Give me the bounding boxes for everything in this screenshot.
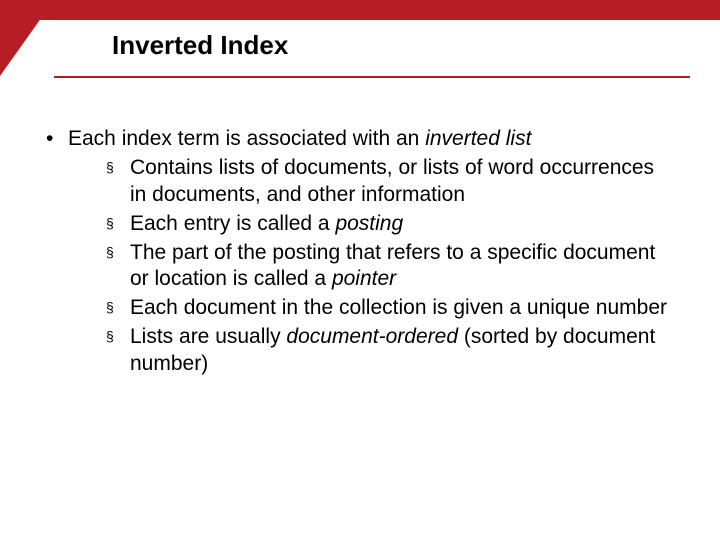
sub-pre: Each entry is called a xyxy=(130,212,335,235)
square-bullet-icon: § xyxy=(106,240,130,266)
bullet-dot-icon: • xyxy=(46,126,68,153)
sub-italic: posting xyxy=(335,212,403,235)
square-bullet-icon: § xyxy=(106,324,130,350)
sub-bullet-text: Each entry is called a posting xyxy=(130,211,674,238)
sub-bullet-text: Contains lists of documents, or lists of… xyxy=(130,155,674,209)
square-bullet-icon: § xyxy=(106,295,130,321)
sub-bullet-text: The part of the posting that refers to a… xyxy=(130,240,674,294)
square-bullet-icon: § xyxy=(106,155,130,181)
header-band xyxy=(0,0,720,20)
slide-title: Inverted Index xyxy=(112,30,288,61)
sub-bullet-text: Each document in the collection is given… xyxy=(130,295,674,322)
sub-italic: pointer xyxy=(332,267,396,290)
list-item: § Each entry is called a posting xyxy=(106,211,674,238)
bullet-main-italic: inverted list xyxy=(425,127,531,150)
sub-bullet-text: Lists are usually document-ordered (sort… xyxy=(130,324,674,378)
bullet-main: • Each index term is associated with an … xyxy=(46,126,674,153)
list-item: § Contains lists of documents, or lists … xyxy=(106,155,674,209)
list-item: § Each document in the collection is giv… xyxy=(106,295,674,322)
bullet-main-text: Each index term is associated with an in… xyxy=(68,126,674,153)
list-item: § Lists are usually document-ordered (so… xyxy=(106,324,674,378)
sub-italic: document-ordered xyxy=(286,325,458,348)
square-bullet-icon: § xyxy=(106,211,130,237)
list-item: § The part of the posting that refers to… xyxy=(106,240,674,294)
title-underline xyxy=(54,76,690,78)
sub-pre: Lists are usually xyxy=(130,325,286,348)
bullet-main-pre: Each index term is associated with an xyxy=(68,127,425,150)
header-wedge xyxy=(0,0,54,76)
sub-bullet-list: § Contains lists of documents, or lists … xyxy=(106,155,674,378)
slide-body: • Each index term is associated with an … xyxy=(46,126,674,380)
